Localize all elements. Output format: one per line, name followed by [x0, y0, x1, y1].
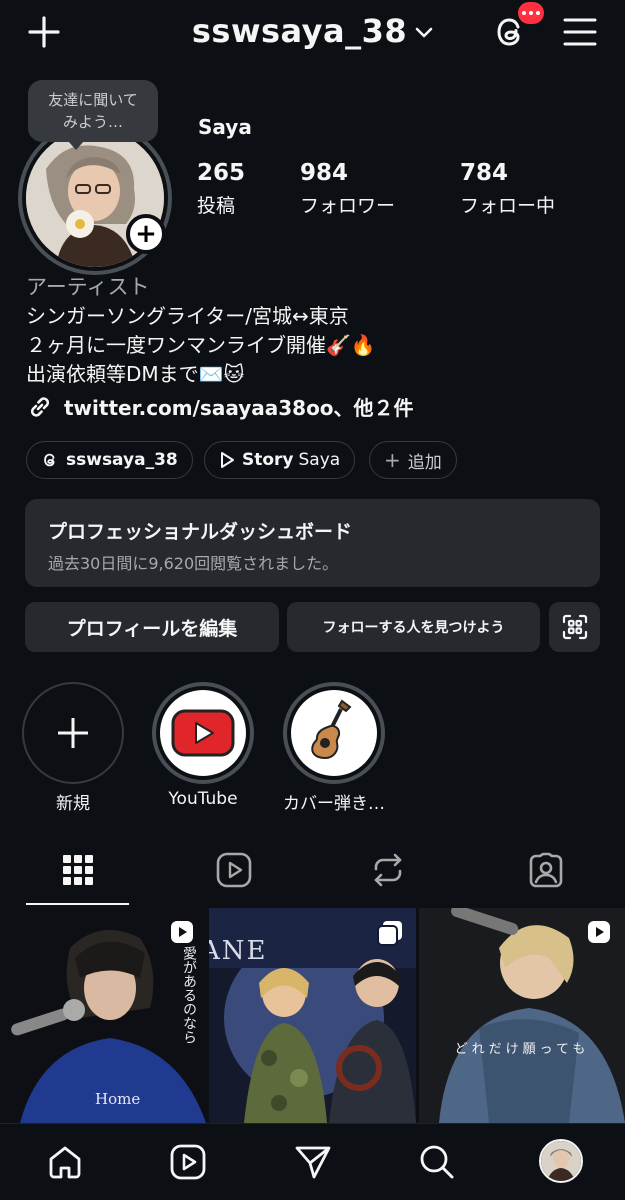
tab-reposts[interactable]	[368, 850, 408, 890]
link-icon	[30, 396, 50, 417]
story-chip[interactable]: Story Saya	[204, 441, 356, 479]
search-icon	[420, 1145, 454, 1179]
new-highlight-button[interactable]	[22, 682, 124, 784]
plus-icon	[58, 718, 88, 748]
followers-count[interactable]: 984	[300, 160, 348, 186]
notification-badge	[516, 0, 546, 26]
highlight-label: 新規	[56, 794, 90, 814]
bio-link-text: twitter.com/saayaa38oo、他２件	[64, 396, 414, 420]
story-chip-sub: Saya	[298, 450, 341, 470]
post-thumbnail[interactable]: ANE	[209, 908, 416, 1123]
active-tab-indicator	[26, 903, 129, 905]
following-count[interactable]: 784	[460, 160, 508, 186]
highlight-cover[interactable]	[283, 682, 385, 784]
menu-button[interactable]	[562, 16, 598, 48]
bio-link[interactable]: twitter.com/saayaa38oo、他２件	[26, 392, 414, 421]
youtube-icon	[171, 709, 235, 757]
reel-badge	[587, 920, 611, 944]
posts-count[interactable]: 265	[197, 160, 245, 186]
threads-chip[interactable]: sswsaya_38	[26, 441, 193, 479]
chevron-down-icon	[415, 27, 433, 39]
grid-icon	[63, 855, 93, 885]
menu-icon	[563, 18, 597, 46]
notes-tooltip[interactable]: 友達に聞いて みよう…	[28, 80, 158, 150]
reposts-icon	[374, 853, 402, 887]
home-icon	[49, 1146, 81, 1179]
post-overlay-text: ANE	[209, 936, 268, 966]
username-title: sswsaya_38	[191, 12, 408, 50]
tooltip-line-2: みよう…	[62, 113, 123, 131]
tagged-icon	[529, 852, 563, 888]
qr-button[interactable]	[549, 602, 600, 652]
threads-icon	[44, 453, 55, 467]
reels-icon	[216, 852, 252, 888]
add-story-button[interactable]: +	[126, 214, 166, 254]
reels-icon	[588, 921, 610, 943]
profile-avatar	[541, 1141, 581, 1181]
professional-dashboard[interactable]: プロフェッショナルダッシュボード 過去30日間に9,620回閲覧されました。	[25, 499, 600, 587]
threads-chip-label: sswsaya_38	[66, 450, 178, 470]
add-chip[interactable]: + 追加	[369, 441, 457, 479]
carousel-icon	[377, 921, 402, 946]
posts-label[interactable]: 投稿	[197, 191, 235, 218]
nav-home[interactable]	[45, 1142, 85, 1182]
nav-profile[interactable]	[539, 1139, 583, 1183]
play-icon	[221, 452, 234, 468]
tooltip-line-1: 友達に聞いて	[48, 91, 138, 109]
highlight-youtube[interactable]	[152, 682, 254, 784]
bio-line: 出演依頼等DMまで✉️🐱	[26, 362, 245, 386]
followers-label[interactable]: フォロワー	[300, 191, 395, 218]
post-overlay-text: どれだけ願っても	[454, 1042, 590, 1057]
post-thumbnail[interactable]: どれだけ願っても	[419, 908, 625, 1123]
dashboard-title: プロフェッショナルダッシュボード	[48, 521, 353, 543]
carousel-badge	[377, 920, 403, 946]
plus-icon: +	[384, 448, 401, 472]
reels-icon	[171, 921, 193, 943]
following-label[interactable]: フォロー中	[460, 191, 555, 218]
discover-people-button[interactable]: フォローする人を見つけよう	[287, 602, 540, 652]
ukulele-icon	[311, 699, 352, 760]
reels-icon	[170, 1144, 206, 1180]
nav-search[interactable]	[417, 1142, 457, 1182]
bio-line: ２ヶ月に一度ワンマンライブ開催🎸🔥	[26, 333, 376, 357]
highlight-label: YouTube	[168, 789, 238, 809]
dashboard-subtitle: 過去30日間に9,620回閲覧されました。	[48, 554, 339, 573]
post-shirt-text: Home	[95, 1090, 140, 1108]
tab-reels[interactable]	[214, 850, 254, 890]
add-chip-label: 追加	[407, 452, 442, 473]
edit-profile-button[interactable]: プロフィールを編集	[25, 602, 279, 652]
nav-messages[interactable]	[293, 1142, 333, 1182]
display-name: Saya	[198, 115, 252, 139]
reel-badge	[170, 920, 194, 944]
qr-code-icon	[562, 614, 587, 640]
bio-line: シンガーソングライター/宮城↔東京	[26, 304, 349, 328]
tab-posts-grid[interactable]	[58, 850, 98, 890]
nav-reels[interactable]	[168, 1142, 208, 1182]
profile-category: アーティスト	[26, 275, 150, 299]
story-chip-label: Story	[242, 450, 294, 470]
post-overlay-text: 愛があるのなら	[181, 946, 197, 1044]
send-icon	[295, 1146, 331, 1179]
post-thumbnail[interactable]: Home 愛があるのなら	[0, 908, 206, 1123]
plus-icon: +	[135, 219, 157, 249]
highlight-label: カバー弾き…	[283, 794, 385, 814]
tab-tagged[interactable]	[526, 850, 566, 890]
